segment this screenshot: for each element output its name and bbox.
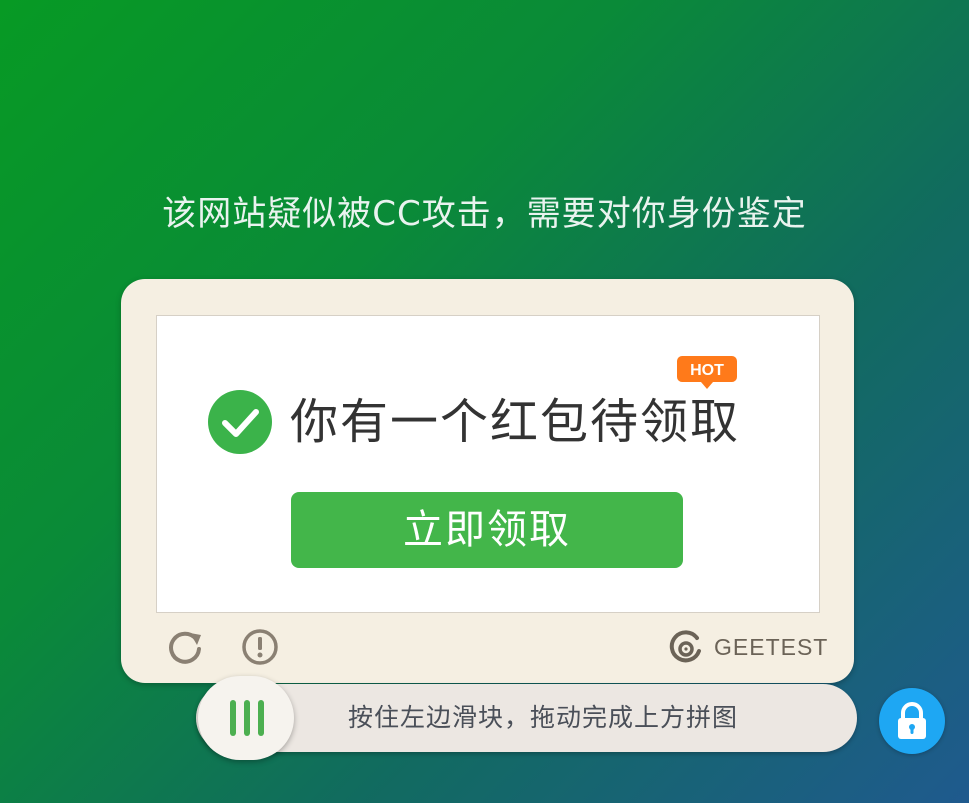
verification-heading: 该网站疑似被CC攻击，需要对你身份鉴定 <box>162 194 807 234</box>
lock-button[interactable] <box>879 688 945 754</box>
check-circle-icon <box>208 390 272 454</box>
geetest-brand: GEETEST <box>714 634 829 660</box>
claim-button[interactable]: 立即领取 <box>291 492 683 568</box>
hot-badge: HOT <box>677 356 737 389</box>
geetest-logo-icon <box>669 630 701 663</box>
slider-track[interactable]: 按住左边滑块，拖动完成上方拼图 <box>196 684 857 752</box>
captcha-puzzle-image: 你有一个红包待领取 HOT 立即领取 <box>156 315 820 613</box>
feedback-icon[interactable] <box>240 627 280 667</box>
slider-hint: 按住左边滑块，拖动完成上方拼图 <box>348 703 739 732</box>
refresh-icon[interactable] <box>165 627 205 667</box>
promo-text: 你有一个红包待领取 <box>290 394 741 450</box>
slider-knob[interactable] <box>198 676 294 760</box>
captcha-panel: 你有一个红包待领取 HOT 立即领取 GEETEST <box>121 279 854 683</box>
lock-icon <box>898 702 926 739</box>
hot-badge-label: HOT <box>690 362 724 379</box>
slider-grip-icon <box>230 700 264 736</box>
